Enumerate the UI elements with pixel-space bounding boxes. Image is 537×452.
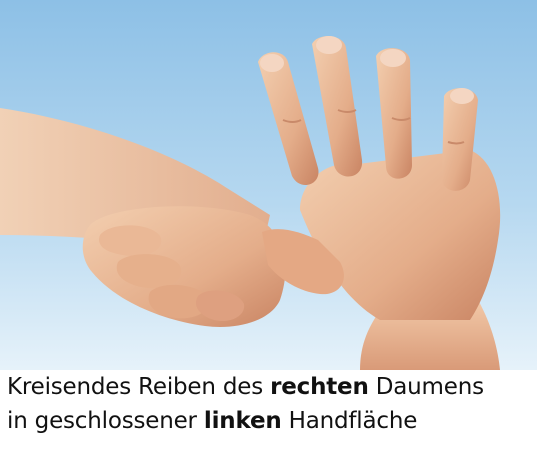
caption-bold-linken: linken [203,408,282,434]
caption-line-2: in geschlossener linken Handfläche [7,404,535,438]
little-nail [450,88,474,104]
caption-line-1-end: Daumens [368,374,484,400]
caption-line-1-text: Kreisendes Reiben des [7,374,271,400]
caption-line-2-text: in geschlossener [7,408,204,434]
caption-line-1: Kreisendes Reiben des rechten Daumens [7,370,535,404]
hand-washing-photo [0,0,537,370]
index-nail [260,54,284,72]
middle-nail [316,36,342,54]
caption-bold-rechten: rechten [270,374,369,400]
ring-nail [380,49,406,67]
image-card: Kreisendes Reiben des rechten Daumens in… [0,0,537,452]
caption-line-2-end: Handfläche [281,408,418,434]
caption: Kreisendes Reiben des rechten Daumens in… [7,370,535,438]
